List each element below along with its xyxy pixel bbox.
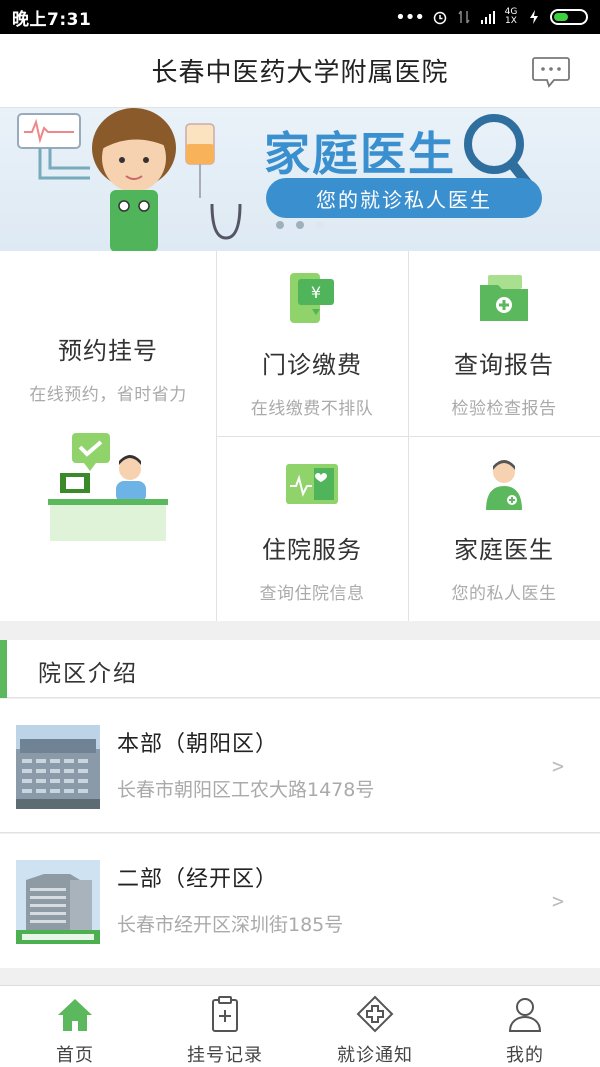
campus-address: 长春市朝阳区工农大路1478号 — [117, 779, 375, 801]
app-header: 长春中医药大学附属医院 — [0, 34, 600, 108]
outpatient-payment-tile[interactable]: ¥ 门诊缴费 在线缴费不排队 — [216, 251, 408, 436]
tile-subtitle: 查询住院信息 — [259, 584, 365, 604]
carousel-dots[interactable] — [276, 221, 324, 229]
user-icon — [508, 998, 542, 1032]
tile-subtitle: 在线缴费不排队 — [250, 399, 374, 419]
carousel-dot[interactable] — [276, 221, 284, 229]
chevron-right-icon: > — [551, 754, 564, 778]
svg-text:¥: ¥ — [311, 283, 321, 302]
tile-subtitle: 在线预约，省时省力 — [29, 385, 187, 405]
clipboard-plus-icon — [212, 996, 238, 1032]
nav-mine[interactable]: 我的 — [450, 986, 600, 1067]
chevron-right-icon: > — [551, 889, 564, 913]
reception-desk-icon — [48, 433, 168, 541]
signal-icon — [481, 11, 495, 24]
appointment-tile[interactable]: 预约挂号 在线预约，省时省力 — [0, 251, 216, 621]
tile-name: 住院服务 — [262, 536, 362, 564]
bottom-navigation: 首页 挂号记录 就诊通知 我的 — [0, 985, 600, 1067]
home-icon — [58, 999, 92, 1031]
nav-visit-notification[interactable]: 就诊通知 — [300, 986, 450, 1067]
service-grid: 预约挂号 在线预约，省时省力 ¥ 门诊缴费 在线缴费不排队 查询报告 检验检查报… — [0, 251, 600, 621]
nav-home[interactable]: 首页 — [0, 986, 150, 1067]
tile-name: 预约挂号 — [58, 337, 158, 365]
campus-item[interactable]: 二部（经开区） 长春市经开区深圳街185号 > — [0, 834, 600, 968]
data-transfer-icon — [458, 10, 470, 24]
tile-name: 家庭医生 — [454, 536, 554, 564]
carousel-dot-active[interactable] — [316, 221, 324, 229]
network-type: 4G 1X — [504, 7, 518, 26]
battery-icon — [550, 9, 588, 25]
medical-cross-icon — [356, 995, 394, 1033]
more-dots-icon: ••• — [395, 6, 425, 28]
doctor-illustration — [17, 108, 242, 251]
doctor-icon — [486, 460, 522, 510]
campus-name: 二部（经开区） — [117, 867, 279, 892]
campus-section-header: 院区介绍 — [0, 640, 600, 698]
report-query-tile[interactable]: 查询报告 检验检查报告 — [408, 251, 600, 436]
alarm-icon — [433, 11, 447, 25]
folder-medical-icon — [480, 275, 528, 321]
banner-subtitle-pill: 您的就诊私人医生 — [266, 178, 542, 218]
tile-subtitle: 您的私人医生 — [451, 584, 557, 604]
nav-registration-records[interactable]: 挂号记录 — [150, 986, 300, 1067]
message-icon[interactable] — [532, 56, 570, 88]
carousel-dot[interactable] — [296, 221, 304, 229]
status-bar: 晚上7:31 ••• 4G 1X — [0, 0, 600, 34]
tile-subtitle: 检验检查报告 — [451, 399, 557, 419]
banner-heading: 家庭医生 — [264, 127, 456, 181]
campus-photo — [16, 860, 100, 944]
nav-label: 挂号记录 — [187, 1045, 263, 1066]
section-title: 院区介绍 — [38, 661, 138, 687]
tile-name: 查询报告 — [454, 351, 554, 379]
inpatient-service-tile[interactable]: 住院服务 查询住院信息 — [216, 436, 408, 621]
campus-name: 本部（朝阳区） — [117, 732, 279, 757]
campus-photo — [16, 725, 100, 809]
status-time: 晚上7:31 — [12, 9, 92, 30]
page-title: 长春中医药大学附属医院 — [151, 58, 449, 88]
campus-address: 长春市经开区深圳街185号 — [117, 914, 344, 936]
status-icons: ••• 4G 1X — [395, 7, 588, 28]
mobile-payment-icon: ¥ — [290, 273, 334, 323]
tile-name: 门诊缴费 — [262, 351, 362, 379]
nav-label: 首页 — [56, 1045, 94, 1066]
family-doctor-tile[interactable]: 家庭医生 您的私人医生 — [408, 436, 600, 621]
campus-item[interactable]: 本部（朝阳区） 长春市朝阳区工农大路1478号 > — [0, 699, 600, 833]
nav-label: 我的 — [506, 1045, 544, 1066]
promo-banner[interactable]: 家庭医生 您的就诊私人医生 — [0, 108, 600, 251]
heart-monitor-icon — [286, 464, 338, 504]
charging-bolt-icon — [530, 10, 538, 24]
nav-label: 就诊通知 — [337, 1045, 413, 1066]
section-accent-bar — [0, 640, 7, 698]
